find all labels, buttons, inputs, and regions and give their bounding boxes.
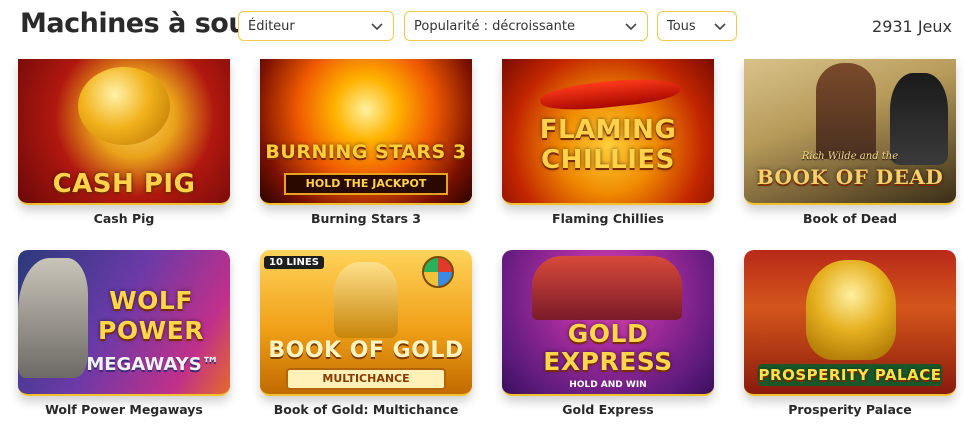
explorer-artwork bbox=[816, 63, 876, 159]
game-card-wolf-power-megaways[interactable]: WOLF POWER MEGAWAYS™ Wolf Power Megaways bbox=[18, 250, 230, 417]
game-card-burning-stars-3[interactable]: BURNING STARS 3 HOLD THE JACKPOT Burning… bbox=[260, 59, 472, 226]
game-logo-subtitle: HOLD AND WIN bbox=[569, 380, 647, 390]
chevron-down-icon bbox=[625, 23, 637, 31]
pig-artwork bbox=[78, 67, 170, 145]
wheel-icon bbox=[422, 256, 454, 288]
game-card-cash-pig[interactable]: CASH PIG Cash Pig bbox=[18, 59, 230, 226]
game-logo-text: CASH PIG bbox=[52, 169, 196, 199]
game-title: Burning Stars 3 bbox=[310, 211, 422, 226]
game-title: Cash Pig bbox=[93, 211, 155, 226]
page-header: Machines à sous Éditeur Popularité : déc… bbox=[0, 0, 972, 52]
game-card-prosperity-palace[interactable]: PROSPERITY PALACE Prosperity Palace bbox=[744, 250, 956, 417]
game-logo-subtitle: Rich Wilde and the bbox=[801, 151, 899, 162]
game-thumbnail[interactable]: WOLF POWER MEGAWAYS™ bbox=[18, 250, 230, 396]
game-thumbnail[interactable]: FLAMING CHILLIES bbox=[502, 59, 714, 205]
game-thumbnail[interactable]: GOLD EXPRESS HOLD AND WIN bbox=[502, 250, 714, 396]
game-logo-subtitle: MEGAWAYS™ bbox=[86, 354, 220, 375]
game-title: Book of Gold: Multichance bbox=[273, 402, 459, 417]
game-logo-text: BOOK OF DEAD bbox=[756, 165, 944, 189]
game-title: Prosperity Palace bbox=[788, 402, 912, 417]
lines-badge: 10 LINES bbox=[264, 256, 324, 269]
buddha-artwork bbox=[806, 260, 896, 360]
chevron-down-icon bbox=[714, 23, 726, 31]
train-artwork bbox=[532, 256, 682, 320]
game-count: 2931 Jeux bbox=[872, 17, 952, 36]
game-logo-text: BURNING STARS 3 bbox=[265, 141, 467, 163]
game-card-book-of-gold-multichance[interactable]: 10 LINES BOOK OF GOLD MULTICHANCE Book o… bbox=[260, 250, 472, 417]
publisher-select[interactable]: Éditeur bbox=[238, 11, 394, 41]
game-logo-text: FLAMING CHILLIES bbox=[539, 115, 677, 175]
sort-select-value: Popularité : décroissante bbox=[414, 18, 575, 34]
game-logo-text: WOLF POWER bbox=[98, 286, 204, 345]
publisher-select-value: Éditeur bbox=[248, 18, 295, 34]
game-title: Wolf Power Megaways bbox=[45, 402, 203, 417]
chevron-down-icon bbox=[371, 23, 383, 31]
type-select[interactable]: Tous bbox=[657, 11, 737, 41]
game-thumbnail[interactable]: Rich Wilde and the BOOK OF DEAD bbox=[744, 59, 956, 205]
game-title: Flaming Chillies bbox=[552, 211, 664, 226]
game-thumbnail[interactable]: BURNING STARS 3 HOLD THE JACKPOT bbox=[260, 59, 472, 205]
game-thumbnail[interactable]: PROSPERITY PALACE bbox=[744, 250, 956, 396]
game-logo-subtitle: HOLD THE JACKPOT bbox=[284, 173, 448, 195]
game-card-book-of-dead[interactable]: Rich Wilde and the BOOK OF DEAD Book of … bbox=[744, 59, 956, 226]
game-title: Book of Dead bbox=[803, 211, 897, 226]
page-title: Machines à sous bbox=[20, 8, 263, 39]
game-title: Gold Express bbox=[562, 402, 654, 417]
game-thumbnail[interactable]: 10 LINES BOOK OF GOLD MULTICHANCE bbox=[260, 250, 472, 396]
game-logo-subtitle: MULTICHANCE bbox=[286, 368, 446, 390]
sort-select[interactable]: Popularité : décroissante bbox=[404, 11, 648, 41]
game-card-gold-express[interactable]: GOLD EXPRESS HOLD AND WIN Gold Express bbox=[502, 250, 714, 417]
game-card-flaming-chillies[interactable]: FLAMING CHILLIES Flaming Chillies bbox=[502, 59, 714, 226]
game-thumbnail[interactable]: CASH PIG bbox=[18, 59, 230, 205]
game-logo-text: GOLD EXPRESS bbox=[543, 319, 673, 376]
game-logo-text: PROSPERITY PALACE bbox=[758, 364, 942, 386]
pharaoh-artwork bbox=[334, 262, 398, 338]
game-logo-text: BOOK OF GOLD bbox=[268, 338, 464, 363]
type-select-value: Tous bbox=[667, 18, 696, 34]
